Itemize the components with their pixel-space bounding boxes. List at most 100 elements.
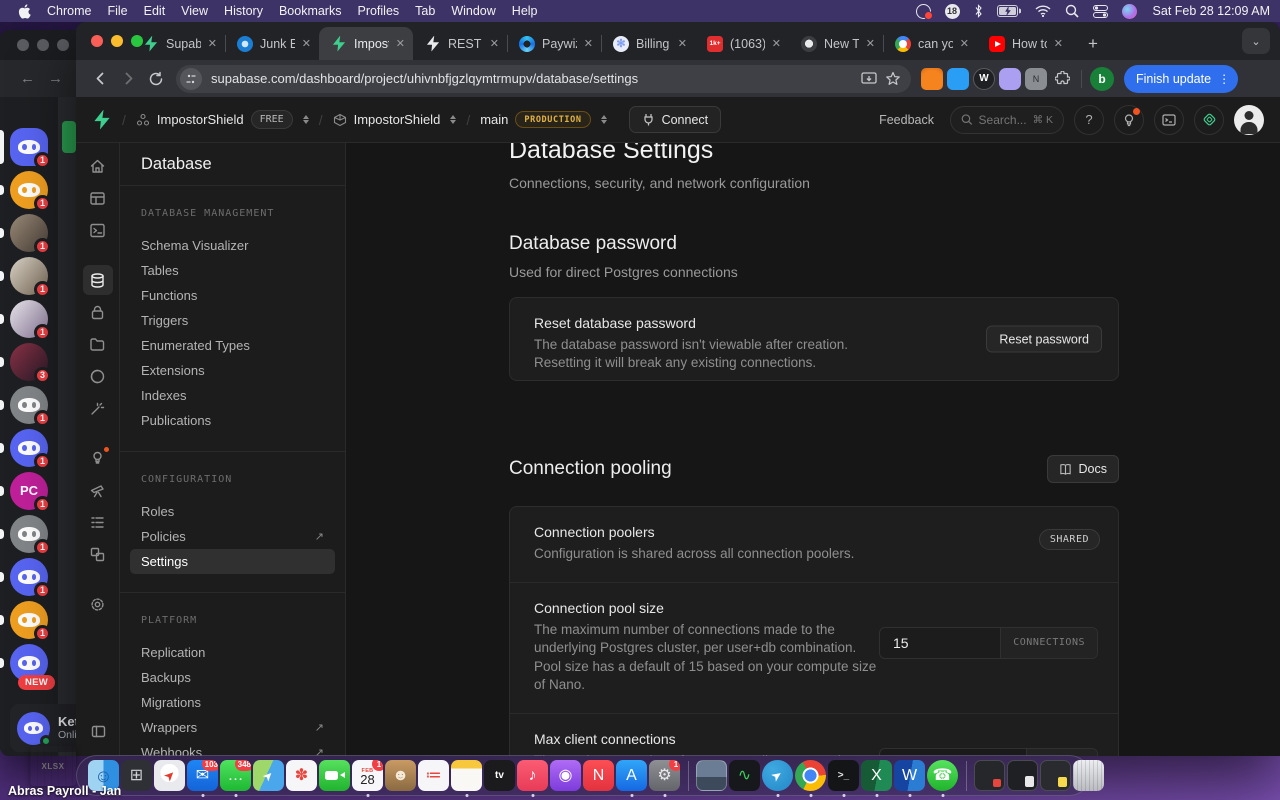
nav-item[interactable]: Settings [130, 549, 335, 574]
discord-server[interactable]: 1 [0, 598, 58, 642]
dock-item[interactable]: N [582, 755, 615, 796]
nav-item[interactable]: Schema Visualizer [130, 233, 335, 258]
table-editor-icon[interactable] [83, 183, 113, 213]
dock-item[interactable]: X [860, 755, 893, 797]
dock-item[interactable]: >_ [827, 755, 860, 797]
collapse-sidebar-icon[interactable] [83, 716, 113, 746]
pool-size-input[interactable]: 15 CONNECTIONS [879, 626, 1098, 659]
tab-close-icon[interactable]: ✕ [208, 37, 217, 50]
project-switcher-icon[interactable] [450, 115, 457, 124]
nav-item[interactable]: Migrations [130, 690, 335, 715]
browser-tab[interactable]: Supaba ✕ [131, 27, 225, 60]
org-breadcrumb[interactable]: ImpostorShield FREE [136, 110, 309, 129]
database-icon[interactable] [82, 265, 113, 295]
discord-server[interactable]: 1 [0, 383, 58, 427]
nav-item[interactable]: Policies ↗ [130, 524, 335, 549]
dock-item[interactable]: ☎ [926, 755, 959, 797]
menu-item[interactable]: View [181, 4, 208, 18]
api-docs-icon[interactable] [83, 539, 113, 569]
dock-item[interactable]: ⚙ 1 [648, 755, 681, 797]
tab-close-icon[interactable]: ✕ [396, 37, 405, 50]
storage-icon[interactable] [83, 329, 113, 359]
inactive-traffic-lights[interactable] [17, 39, 69, 51]
dock-item[interactable]: ➤ [252, 755, 285, 796]
bluetooth-icon[interactable] [974, 4, 983, 18]
diamond-button[interactable] [1194, 104, 1224, 135]
browser-tab[interactable]: 1k+ (1063) ✕ [695, 27, 789, 60]
nav-item[interactable]: Webhooks ↗ [130, 740, 335, 756]
home-icon[interactable] [83, 151, 113, 181]
nav-item[interactable]: Enumerated Types [130, 333, 335, 358]
nav-item[interactable]: Wrappers ↗ [130, 715, 335, 740]
back-button[interactable] [86, 65, 114, 93]
tab-close-icon[interactable]: ✕ [490, 37, 499, 50]
menu-item[interactable]: Tab [415, 4, 435, 18]
dock-item[interactable] [973, 755, 1006, 796]
discord-server[interactable]: 1 [0, 555, 58, 599]
discord-server[interactable]: PC 1 [0, 469, 58, 513]
help-button[interactable]: ? [1074, 104, 1104, 135]
nav-item[interactable]: Triggers [130, 308, 335, 333]
tab-close-icon[interactable]: ✕ [584, 37, 593, 50]
extensions-puzzle-icon[interactable] [1051, 68, 1073, 90]
dock-item[interactable] [1072, 755, 1105, 796]
discord-user-panel[interactable]: Ket Onlin [10, 704, 76, 752]
edge-functions-icon[interactable] [83, 361, 113, 391]
close-window-button[interactable] [91, 35, 103, 47]
tab-search-button[interactable]: ⌄ [1242, 28, 1270, 54]
dock-item[interactable] [1039, 755, 1072, 796]
install-icon[interactable] [857, 67, 881, 91]
dock-item[interactable]: … 348 [219, 755, 252, 797]
profile-avatar[interactable]: b [1090, 66, 1114, 91]
dock-item[interactable]: ∿ [728, 755, 761, 796]
nav-item[interactable]: Functions [130, 283, 335, 308]
browser-tab[interactable]: New Ta ✕ [789, 27, 883, 60]
supabase-logo[interactable] [94, 109, 110, 130]
nav-item[interactable]: Publications [130, 408, 335, 433]
feedback-button[interactable]: Feedback [879, 113, 934, 127]
menu-item[interactable]: File [107, 4, 127, 18]
dock-item[interactable]: ♪ [516, 755, 549, 797]
discord-server[interactable]: 1 [0, 426, 58, 470]
dock-item[interactable]: ≔ [417, 755, 450, 796]
discord-server[interactable]: 1 [0, 297, 58, 341]
dock-item[interactable]: ◉ [549, 755, 582, 796]
tab-close-icon[interactable]: ✕ [1054, 37, 1063, 50]
dock-item[interactable]: FEB 28 1 [351, 755, 384, 797]
nav-item[interactable]: Replication [130, 640, 335, 665]
xlsx-file-icon[interactable]: XLSX [30, 746, 76, 786]
dock-item[interactable]: ⊞ [120, 755, 153, 796]
url-text[interactable]: supabase.com/dashboard/project/uhivnbfjg… [211, 71, 857, 86]
battery-icon[interactable] [996, 5, 1021, 17]
spotlight-icon[interactable] [1065, 4, 1079, 18]
dock-item[interactable] [450, 755, 483, 797]
branch-switcher-icon[interactable] [600, 115, 607, 124]
apple-menu-icon[interactable] [18, 3, 31, 19]
dock-item[interactable]: ✽ [285, 755, 318, 796]
menu-item[interactable]: Profiles [357, 4, 399, 18]
nav-item[interactable]: Tables [130, 258, 335, 283]
browser-tab[interactable]: can yo ✕ [883, 27, 977, 60]
org-switcher-icon[interactable] [302, 115, 309, 124]
dock-item[interactable] [1006, 755, 1039, 796]
dock-item[interactable]: ➤ [153, 755, 186, 796]
dock-item[interactable]: ☻ [384, 755, 417, 796]
nav-item[interactable]: Backups [130, 665, 335, 690]
wifi-icon[interactable] [1035, 5, 1051, 17]
minimize-window-button[interactable] [111, 35, 123, 47]
siri-icon[interactable] [1121, 3, 1137, 19]
browser-tab[interactable]: Billing ✕ [601, 27, 695, 60]
more-menu-icon[interactable]: ⋮ [1218, 72, 1230, 86]
menu-item[interactable]: Bookmarks [279, 4, 342, 18]
dock-item[interactable]: A [615, 755, 648, 797]
tab-close-icon[interactable]: ✕ [678, 37, 687, 50]
logs-icon[interactable] [83, 507, 113, 537]
dock-item[interactable]: ➤ [761, 755, 794, 797]
dock-item[interactable]: W [893, 755, 926, 797]
discord-server[interactable]: 1 [0, 254, 58, 298]
menu-item[interactable]: History [224, 4, 263, 18]
notifications-button[interactable] [1114, 104, 1144, 135]
tab-close-icon[interactable]: ✕ [302, 37, 311, 50]
tab-close-icon[interactable]: ✕ [866, 37, 875, 50]
menu-item[interactable]: Window [451, 4, 495, 18]
